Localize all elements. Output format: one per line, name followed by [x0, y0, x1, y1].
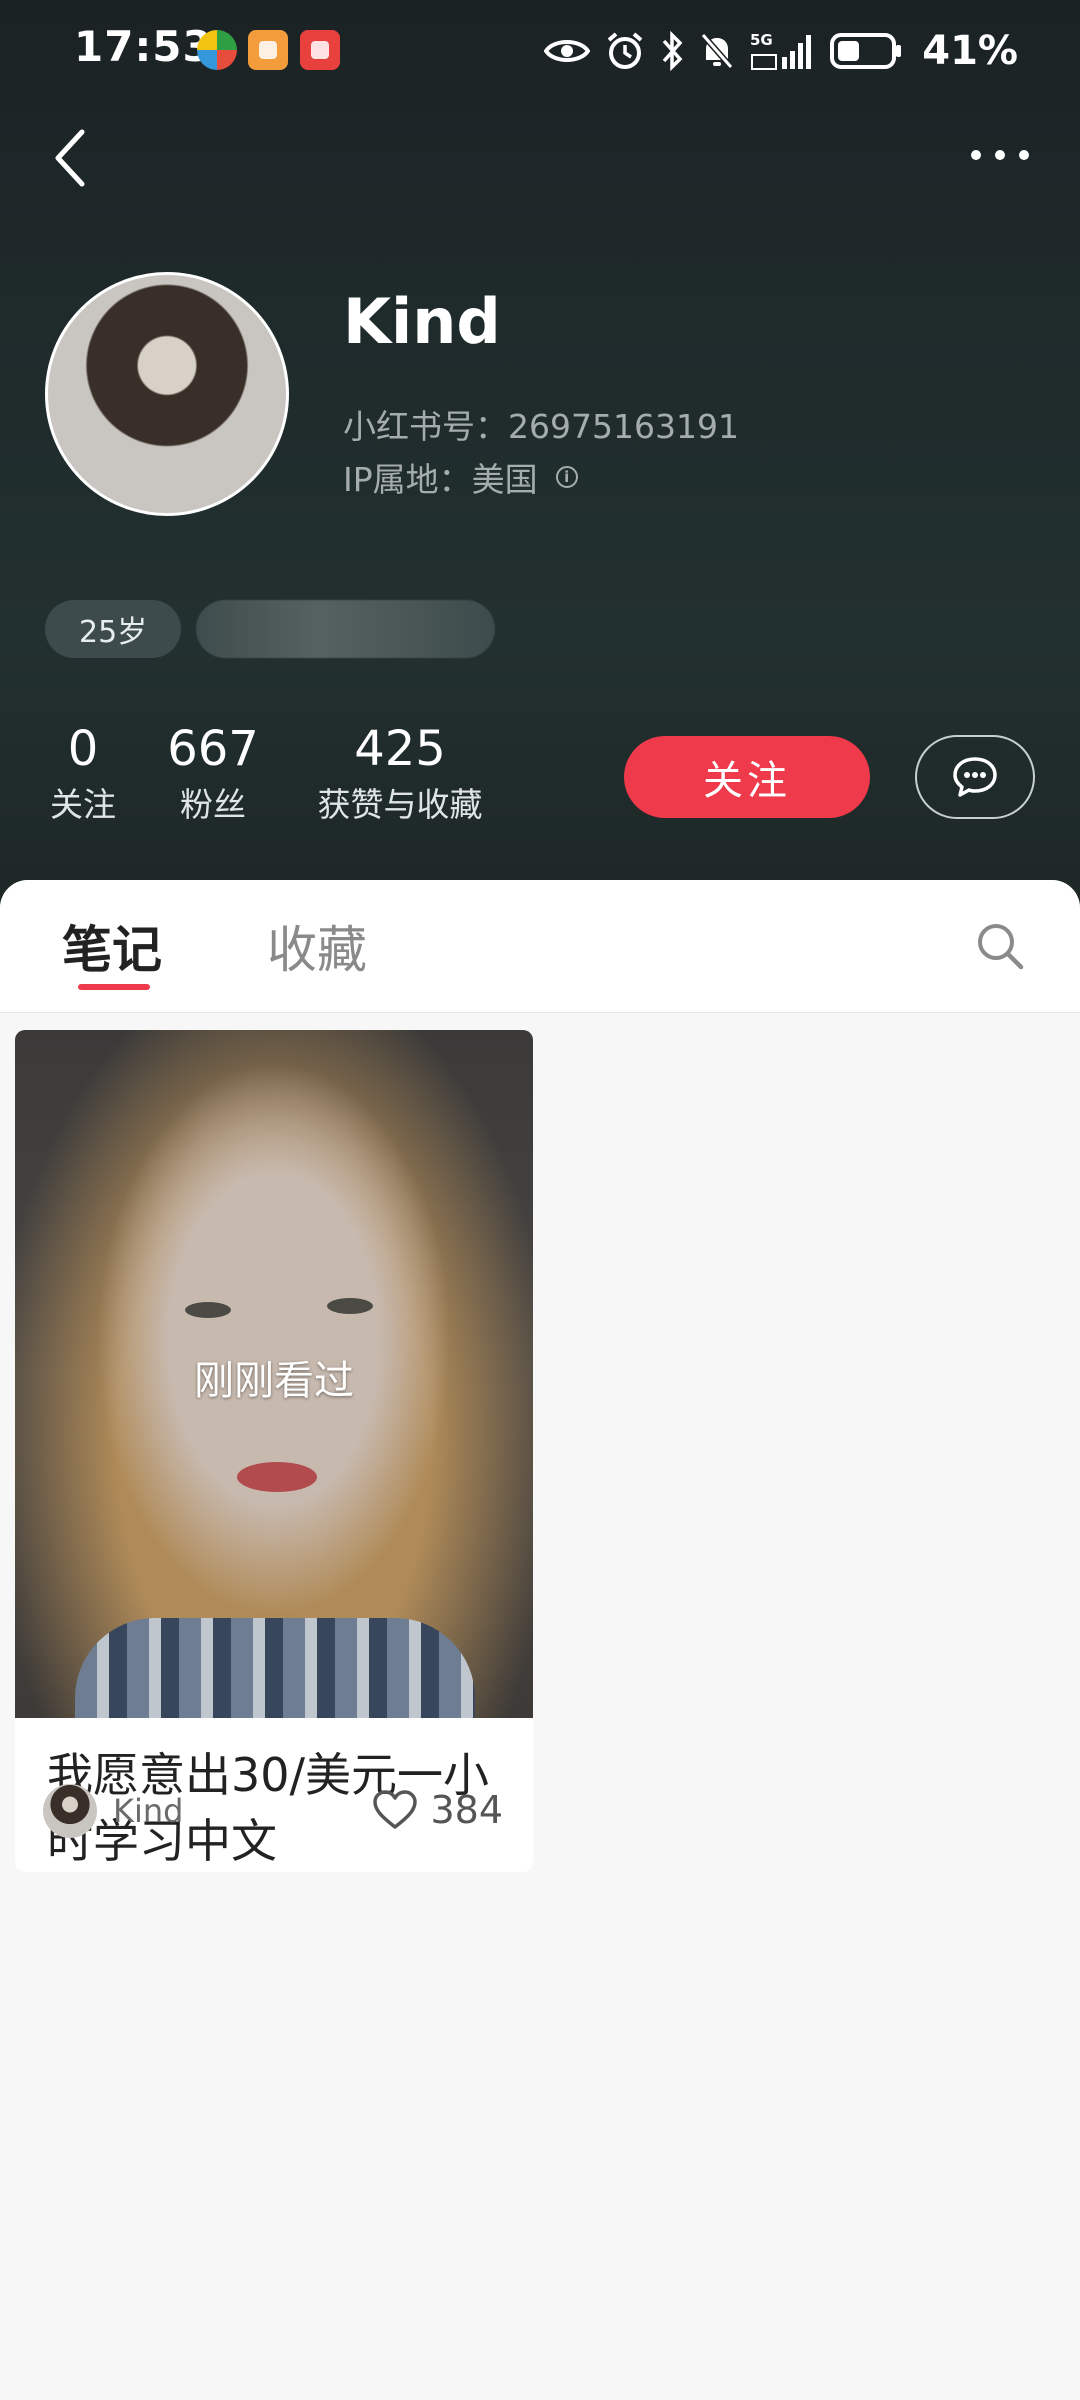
profile-name: Kind	[343, 285, 501, 358]
chat-bubble-icon	[953, 757, 997, 797]
message-button[interactable]	[915, 735, 1035, 819]
ip-location-text: IP属地：美国	[343, 460, 538, 499]
note-author[interactable]: Kind	[43, 1784, 183, 1838]
profile-ip-location: IP属地：美国 i	[343, 453, 578, 501]
follow-button[interactable]: 关注	[624, 736, 870, 818]
note-like-button[interactable]: 384	[372, 1788, 503, 1832]
content-panel: 笔记 收藏 刚刚看过 我愿意出30/美元一小时学习中文 Kind 384	[0, 880, 1080, 2400]
battery-icon	[830, 32, 902, 70]
cover-eye-left	[185, 1302, 231, 1318]
profile-screen: 17:53 5G 41% Kind 小红书号：26975163191 IP属地：…	[0, 0, 1080, 2400]
stat-followers-count: 667	[167, 721, 259, 777]
stat-likes-label: 获赞与收藏	[317, 785, 483, 824]
more-options-button[interactable]	[960, 130, 1040, 180]
back-button[interactable]	[42, 120, 98, 196]
stat-following-count: 0	[67, 721, 99, 777]
author-avatar	[43, 1784, 97, 1838]
stat-followers-label: 粉丝	[180, 785, 246, 824]
bell-off-icon	[700, 32, 734, 70]
stat-followers[interactable]: 667 粉丝	[165, 718, 261, 830]
status-time: 17:53	[74, 22, 213, 71]
stat-likes-count: 425	[354, 721, 446, 777]
chevron-left-icon	[55, 129, 85, 187]
recently-viewed-label: 刚刚看过	[194, 1358, 354, 1404]
tab-bar: 笔记 收藏	[0, 880, 1080, 1013]
profile-header: 17:53 5G 41% Kind 小红书号：26975163191 IP属地：…	[0, 0, 1080, 910]
profile-avatar[interactable]	[45, 272, 289, 516]
bluetooth-icon	[660, 31, 684, 71]
location-tag-blurred	[196, 600, 495, 658]
tab-collections[interactable]: 收藏	[267, 910, 367, 982]
signal-icon: 5G	[750, 31, 814, 71]
network-type-label: 5G	[750, 31, 773, 49]
search-button[interactable]	[972, 918, 1028, 974]
author-name: Kind	[113, 1792, 184, 1830]
app-notification-icon-1	[197, 30, 237, 70]
app-notification-icon-2	[248, 30, 288, 70]
status-bar: 17:53 5G 41%	[0, 0, 1080, 100]
heart-icon	[373, 1790, 418, 1829]
stat-following[interactable]: 0 关注	[44, 718, 122, 830]
stat-following-label: 关注	[50, 785, 116, 824]
age-tag: 25岁	[45, 600, 182, 658]
info-icon[interactable]: i	[555, 466, 578, 488]
profile-id: 小红书号：26975163191	[343, 407, 739, 446]
eye-icon	[544, 36, 591, 66]
tab-notes[interactable]: 笔记	[62, 910, 162, 982]
active-tab-indicator	[78, 984, 150, 990]
more-dots-icon	[971, 150, 1029, 160]
note-card[interactable]: 刚刚看过 我愿意出30/美元一小时学习中文 Kind 384	[15, 1030, 533, 1872]
cover-shirt	[75, 1618, 475, 1718]
cover-lips	[237, 1462, 317, 1492]
note-cover-image[interactable]: 刚刚看过	[15, 1030, 533, 1718]
cover-eye-right	[327, 1298, 373, 1314]
stat-likes-collections[interactable]: 425 获赞与收藏	[305, 718, 495, 830]
like-count: 384	[430, 1788, 503, 1832]
search-icon	[978, 924, 1024, 970]
app-notification-icon-3	[300, 30, 340, 70]
battery-percent: 41%	[922, 28, 1018, 74]
alarm-icon	[606, 31, 644, 71]
status-icons: 5G 41%	[544, 26, 1018, 76]
